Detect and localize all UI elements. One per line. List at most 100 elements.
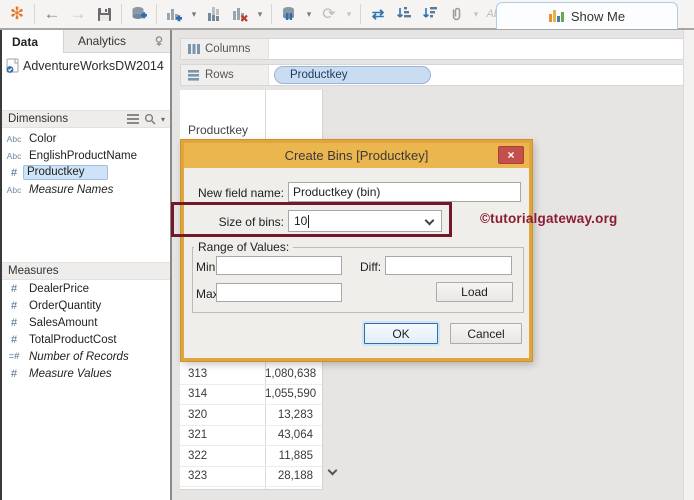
columns-shelf[interactable]: Columns [180,38,685,60]
row-value: 1,055,590 [265,388,317,401]
clear-sheet-button[interactable] [228,2,252,26]
redo-button[interactable]: → [66,2,90,26]
paperclip-icon [452,7,461,21]
row-key: 320 [188,408,208,421]
new-field-name-label: New field name: [197,186,284,200]
number-type-icon: # [10,333,18,346]
pause-updates-dropdown[interactable]: ▾ [303,2,315,26]
refresh-dropdown[interactable]: ▾ [343,2,355,26]
vertical-scrollbar[interactable] [683,30,694,500]
dialog-close-button[interactable]: × [498,146,524,164]
load-button[interactable]: Load [436,282,513,302]
tab-analytics[interactable]: Analytics [64,30,170,53]
datasource-name: AdventureWorksDW2014 [23,59,164,73]
number-type-icon: # [10,367,18,380]
ok-button[interactable]: OK [364,323,438,344]
pill-label: Productkey [290,69,348,81]
undo-button[interactable]: ← [40,2,64,26]
columns-shelf-icon [188,44,200,54]
max-input[interactable] [216,283,342,302]
table-row[interactable]: 323 28,188 [180,467,322,487]
new-worksheet-button[interactable] [162,2,186,26]
field-label: TotalProductCost [29,333,117,346]
measures-title: Measures [8,265,59,277]
tab-analytics-label: Analytics [78,34,127,48]
size-of-bins-combobox[interactable]: 10 [288,210,442,232]
field-orderquantity[interactable]: # OrderQuantity [2,297,170,314]
field-color[interactable]: Abc Color [2,130,170,147]
scroll-down-icon[interactable] [327,465,338,476]
search-icon[interactable] [144,113,156,125]
toolbar: ✻ ← → ▾ ▾ ▾ ⟳ ▾ ⇄ ▾ Show Me [0,0,694,30]
sort-ascending-button[interactable] [392,2,416,26]
dimensions-title: Dimensions [8,113,69,125]
dialog-title-bar[interactable]: Create Bins [Productkey] [184,143,529,168]
new-field-name-input[interactable] [288,182,521,202]
field-englishproductname[interactable]: Abc EnglishProductName [2,147,170,164]
field-measure-values[interactable]: # Measure Values [2,365,170,382]
min-input[interactable] [216,256,342,275]
number-type-icon: # [10,316,18,329]
table-row[interactable]: 324 [180,487,322,490]
duplicate-sheet-icon [208,7,219,21]
save-icon [97,7,111,21]
field-measure-names[interactable]: Abc Measure Names [2,181,170,198]
field-label: Measure Names [29,183,114,196]
table-header: Productkey [188,123,249,137]
diff-label: Diff: [360,260,382,274]
cancel-button[interactable]: Cancel [450,323,522,344]
columns-shelf-text: Columns [205,43,251,55]
save-button[interactable] [92,2,116,26]
dimensions-header-icons: ▾ [126,113,165,125]
row-value: 43,064 [277,429,313,442]
pin-icon[interactable] [154,36,164,47]
abc-type-icon: Abc [6,184,22,195]
swap-rows-columns-button[interactable]: ⇄ [366,2,390,26]
number-type-icon: # [10,282,18,295]
columns-shelf-label: Columns [181,39,269,59]
view-as-grid-icon[interactable] [126,113,139,125]
diff-input[interactable] [385,256,512,275]
field-label: SalesAmount [29,316,98,329]
table-row[interactable]: 314 1,055,590 [180,385,322,405]
field-totalproductcost[interactable]: # TotalProductCost [2,331,170,348]
close-icon: × [507,148,515,162]
group-members-dropdown[interactable]: ▾ [470,2,482,26]
table-row[interactable]: 322 11,885 [180,446,322,467]
combo-chevron-down-icon[interactable] [424,215,435,226]
field-salesamount[interactable]: # SalesAmount [2,314,170,331]
data-pane: Data Analytics AdventureWorksDW2014 Dime… [0,30,172,500]
datasource-item[interactable]: AdventureWorksDW2014 [2,55,170,77]
table-row[interactable]: 320 13,283 [180,405,322,426]
toolbar-separator [360,4,361,24]
new-datasource-button[interactable] [127,2,151,26]
sort-descending-button[interactable] [418,2,442,26]
table-row[interactable]: 313 1,080,638 [180,364,322,385]
show-me-button[interactable]: Show Me [496,2,678,29]
rows-shelf[interactable]: Rows Productkey [180,64,685,86]
field-label: Number of Records [29,350,129,363]
text-cursor [308,214,310,228]
dimensions-header: Dimensions ▾ [2,110,170,128]
field-dealerprice[interactable]: # DealerPrice [2,280,170,297]
duplicate-sheet-button[interactable] [202,2,226,26]
new-worksheet-dropdown[interactable]: ▾ [188,2,200,26]
field-productkey[interactable]: # Productkey [2,164,170,181]
tab-data[interactable]: Data [2,30,64,53]
productkey-pill[interactable]: Productkey [274,66,431,84]
group-members-button[interactable] [444,2,468,26]
dimensions-dropdown-icon[interactable]: ▾ [161,115,165,124]
row-value: 13,283 [277,408,313,421]
row-value: 1,080,638 [265,367,317,380]
new-datasource-icon [132,7,147,19]
tableau-logo-icon[interactable]: ✻ [5,2,29,26]
field-label: EnglishProductName [29,149,138,162]
field-number-of-records[interactable]: =# Number of Records [2,348,170,365]
pause-updates-button[interactable] [277,2,301,26]
watermark-text: ©tutorialgateway.org [480,211,618,226]
table-row[interactable]: 321 43,064 [180,426,322,446]
refresh-button[interactable]: ⟳ [317,2,341,26]
tableau-window: ✻ ← → ▾ ▾ ▾ ⟳ ▾ ⇄ ▾ Show Me Data Analyti… [0,0,694,500]
toolbar-separator [121,4,122,24]
clear-sheet-dropdown[interactable]: ▾ [254,2,266,26]
